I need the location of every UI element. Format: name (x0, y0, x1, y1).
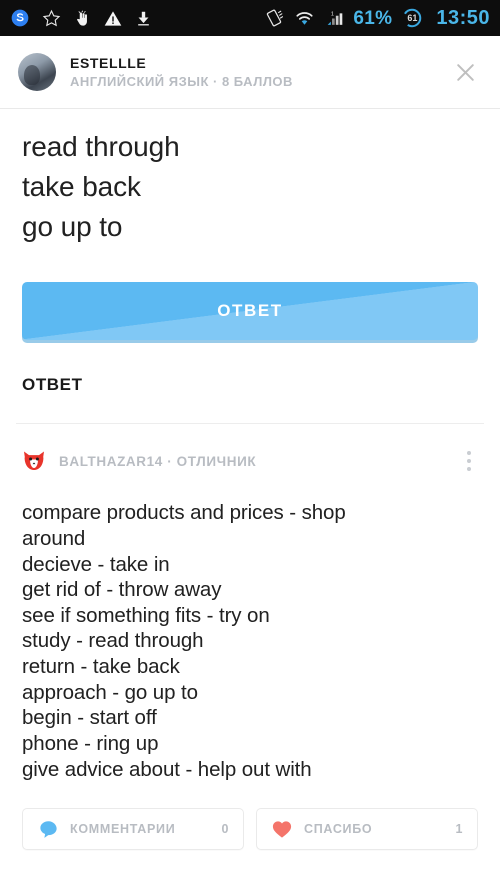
kebab-menu-icon[interactable] (454, 444, 484, 478)
battery-ring-icon: 61 (401, 7, 423, 29)
question-author-meta: ESTELLLE АНГЛИЙСКИЙ ЯЗЫК · 8 БАЛЛОВ (70, 55, 293, 89)
avatar (18, 53, 56, 91)
thanks-button[interactable]: СПАСИБО 1 (256, 808, 478, 851)
answer-button-wrap: ОТВЕТ (0, 246, 500, 341)
comments-count: 0 (221, 822, 229, 837)
hand-touch-icon (73, 9, 91, 28)
answer-body-text: compare products and prices - shop aroun… (22, 501, 346, 781)
signal-bars-icon: 1 (324, 9, 344, 28)
heart-icon (271, 818, 293, 840)
close-button[interactable] (446, 53, 484, 91)
answer-button[interactable]: ОТВЕТ (22, 282, 478, 341)
wifi-icon (294, 9, 315, 27)
question-text: read through take back go up to (22, 131, 180, 242)
status-bar-right-icons: 1 61% 61 13:50 (263, 7, 490, 29)
skype-icon (10, 8, 30, 28)
answer-actions: КОММЕНТАРИИ 0 СПАСИБО 1 (0, 782, 500, 851)
question-header: ESTELLLE АНГЛИЙСКИЙ ЯЗЫК · 8 БАЛЛОВ (0, 36, 500, 109)
question-subject-points: АНГЛИЙСКИЙ ЯЗЫК · 8 БАЛЛОВ (70, 74, 293, 89)
kebab-dot (467, 459, 471, 464)
download-icon (135, 9, 152, 28)
thanks-label: СПАСИБО (304, 822, 373, 837)
question-author-name: ESTELLLE (70, 55, 147, 71)
star-icon (42, 9, 61, 28)
kebab-dot (467, 467, 471, 472)
status-bar-left-icons (10, 8, 152, 28)
kebab-dot (467, 451, 471, 456)
thanks-count: 1 (455, 822, 463, 837)
answer-button-label: ОТВЕТ (217, 301, 283, 321)
comments-button[interactable]: КОММЕНТАРИИ 0 (22, 808, 244, 851)
close-icon (456, 63, 474, 81)
screen-rotate-icon (263, 8, 285, 28)
clock-label: 13:50 (436, 7, 490, 29)
comments-label: КОММЕНТАРИИ (70, 822, 176, 837)
warning-triangle-icon (103, 9, 123, 28)
answer-section-title: ОТВЕТ (22, 375, 83, 395)
speech-bubble-icon (37, 818, 59, 840)
answerer-name-rank: BALTHAZAR14 · ОТЛИЧНИК (59, 453, 257, 469)
answerer-row: BALTHAZAR14 · ОТЛИЧНИК (0, 424, 500, 478)
battery-percent-label: 61% (353, 7, 393, 29)
status-bar: 1 61% 61 13:50 (0, 0, 500, 36)
svg-text:1: 1 (331, 11, 334, 17)
red-cat-avatar-icon (22, 450, 46, 472)
